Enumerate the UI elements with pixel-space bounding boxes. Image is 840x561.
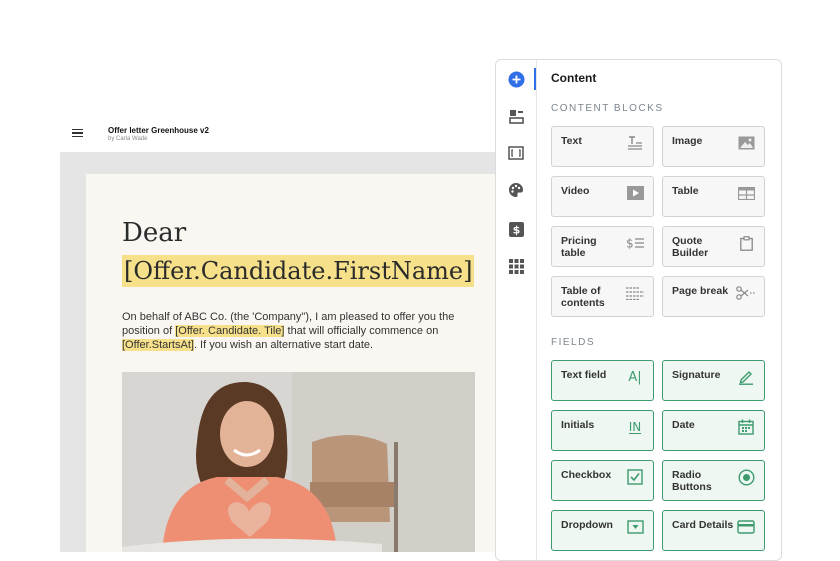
block-table-of-contents[interactable]: Table of contents	[551, 276, 654, 317]
table-of-contents-icon	[625, 285, 645, 301]
card-icon	[736, 518, 756, 536]
content-blocks-heading: CONTENT BLOCKS	[551, 103, 664, 114]
quote-builder-icon	[736, 235, 756, 251]
block-page-break[interactable]: Page break	[662, 276, 765, 317]
pricing-table-icon: $	[625, 235, 645, 251]
field-label: Date	[672, 419, 695, 431]
field-signature[interactable]: Signature	[662, 360, 765, 401]
content-panel: $ Content CONTENT BLOCKS Text Image Vide…	[495, 59, 782, 561]
document-author: by Carla Wade	[108, 136, 148, 142]
field-label: Checkbox	[561, 469, 612, 481]
image-icon	[736, 135, 756, 151]
block-video[interactable]: Video	[551, 176, 654, 217]
pricing-dollar-icon[interactable]: $	[507, 220, 525, 238]
block-quote-builder[interactable]: Quote Builder	[662, 226, 765, 267]
field-label: Radio Buttons	[672, 469, 712, 493]
document-title: Offer letter Greenhouse v2	[108, 126, 209, 135]
block-label: Table of contents	[561, 285, 605, 309]
text-field-icon: A|	[628, 369, 642, 385]
start-date-variable[interactable]: [Offer.StartsAt]	[122, 339, 194, 351]
field-text-field[interactable]: Text field A|	[551, 360, 654, 401]
dropdown-icon	[625, 518, 645, 536]
apps-grid-icon[interactable]	[507, 257, 525, 275]
block-label: Table	[672, 185, 699, 197]
field-label: Signature	[672, 369, 721, 381]
add-content-icon[interactable]	[507, 70, 525, 88]
block-label: Pricing table	[561, 235, 597, 259]
field-label: Dropdown	[561, 519, 613, 531]
candidate-name-variable[interactable]: [Offer.Candidate.FirstName]	[122, 255, 475, 287]
block-label: Video	[561, 185, 590, 197]
field-date[interactable]: Date	[662, 410, 765, 451]
field-label: Card Details	[672, 519, 734, 531]
field-checkbox[interactable]: Checkbox	[551, 460, 654, 501]
block-text[interactable]: Text	[551, 126, 654, 167]
fields-heading: FIELDS	[551, 337, 596, 348]
text-icon	[625, 135, 645, 151]
active-indicator	[534, 68, 536, 90]
position-variable[interactable]: [Offer. Candidate. Tile]	[175, 325, 285, 337]
radio-icon	[736, 468, 756, 486]
scissors-icon	[736, 285, 756, 301]
field-radio-buttons[interactable]: Radio Buttons	[662, 460, 765, 501]
photo-illustration	[122, 372, 475, 552]
video-icon	[625, 185, 645, 201]
block-label: Quote Builder	[672, 235, 709, 259]
field-card-details[interactable]: Card Details	[662, 510, 765, 551]
block-label: Page break	[672, 285, 729, 297]
calendar-icon	[736, 418, 756, 436]
palette-icon[interactable]	[507, 181, 525, 199]
field-label: Text field	[561, 369, 607, 381]
block-image[interactable]: Image	[662, 126, 765, 167]
signature-icon	[736, 368, 756, 386]
checkbox-icon	[625, 468, 645, 486]
offer-paragraph[interactable]: On behalf of ABC Co. (the 'Company"), I …	[122, 310, 482, 352]
hamburger-menu-icon[interactable]	[72, 129, 83, 138]
block-label: Image	[672, 135, 703, 147]
block-label: Text	[561, 135, 582, 147]
paragraph-text: that will officially commence on	[284, 325, 439, 337]
field-initials[interactable]: Initials IN	[551, 410, 654, 451]
document-header: Offer letter Greenhouse v2 by Carla Wade	[60, 114, 500, 152]
embed-frame-icon[interactable]	[507, 144, 525, 162]
block-pricing-table[interactable]: Pricing table $	[551, 226, 654, 267]
field-dropdown[interactable]: Dropdown	[551, 510, 654, 551]
panel-rail: $	[496, 60, 537, 560]
field-label: Initials	[561, 419, 595, 431]
panel-title: Content	[551, 71, 597, 85]
layout-blocks-icon[interactable]	[507, 107, 525, 125]
table-icon	[736, 185, 756, 201]
greeting-heading[interactable]: Dear	[122, 218, 186, 248]
initials-icon: IN	[628, 419, 642, 434]
block-table[interactable]: Table	[662, 176, 765, 217]
svg-text:$: $	[512, 223, 520, 236]
candidate-photo[interactable]	[122, 372, 475, 552]
svg-text:$: $	[626, 237, 634, 251]
paragraph-text: . If you wish an alternative start date.	[193, 339, 374, 351]
